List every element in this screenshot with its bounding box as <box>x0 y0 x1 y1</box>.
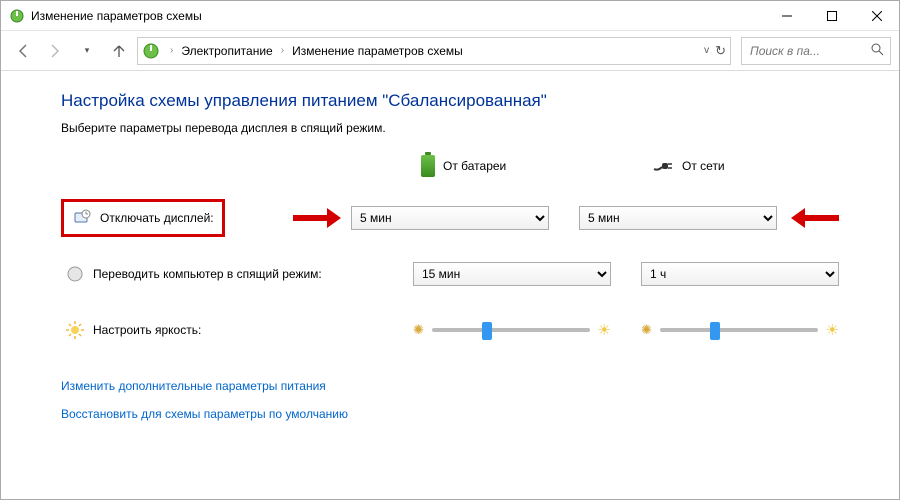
close-button[interactable] <box>854 1 899 31</box>
search-box[interactable] <box>741 37 891 65</box>
chevron-right-icon[interactable]: › <box>277 45 288 56</box>
display-battery-select[interactable]: 5 мин <box>351 206 549 230</box>
breadcrumb-dropdown-icon[interactable]: v <box>704 45 709 56</box>
navigation-bar: ▾ › Электропитание › Изменение параметро… <box>1 31 899 71</box>
maximize-button[interactable] <box>809 1 854 31</box>
row-turn-off-display: Отключать дисплей: 5 мин 5 мин <box>61 195 839 241</box>
sleep-battery-select[interactable]: 15 мин <box>413 262 611 286</box>
search-input[interactable] <box>748 43 871 59</box>
brightness-plugged-slider[interactable]: ✺ ☀ <box>641 321 839 339</box>
sun-bright-icon: ☀ <box>598 321 611 339</box>
sleep-icon <box>65 264 85 284</box>
page-subheading: Выберите параметры перевода дисплея в сп… <box>61 121 839 135</box>
battery-icon <box>421 155 435 177</box>
recent-locations-button[interactable]: ▾ <box>73 37 101 65</box>
column-plugged-label: От сети <box>682 159 725 173</box>
sun-dim-icon: ✺ <box>641 322 652 338</box>
brightness-icon <box>65 320 85 340</box>
minimize-button[interactable] <box>764 1 809 31</box>
highlight-box: Отключать дисплей: <box>61 199 225 237</box>
row-sleep: Переводить компьютер в спящий режим: 15 … <box>61 251 839 297</box>
column-battery: От батареи <box>421 155 608 177</box>
annotation-arrow-left <box>803 211 839 225</box>
breadcrumb-item-power[interactable]: Электропитание <box>179 44 274 58</box>
breadcrumb-item-edit-plan[interactable]: Изменение параметров схемы <box>290 44 465 58</box>
breadcrumb[interactable]: › Электропитание › Изменение параметров … <box>137 37 731 65</box>
annotation-arrow-right <box>293 211 329 225</box>
row-display-label: Отключать дисплей: <box>100 211 214 225</box>
plug-icon <box>652 159 674 173</box>
sun-bright-icon: ☀ <box>826 321 839 339</box>
link-advanced-settings[interactable]: Изменить дополнительные параметры питани… <box>61 379 839 393</box>
column-battery-label: От батареи <box>443 159 506 173</box>
back-button[interactable] <box>9 37 37 65</box>
page-heading: Настройка схемы управления питанием "Сба… <box>61 91 839 111</box>
chevron-right-icon[interactable]: › <box>166 45 177 56</box>
row-sleep-label: Переводить компьютер в спящий режим: <box>93 267 322 281</box>
power-options-icon <box>142 42 160 60</box>
sleep-plugged-select[interactable]: 1 ч <box>641 262 839 286</box>
window-title: Изменение параметров схемы <box>31 9 202 23</box>
up-button[interactable] <box>105 37 133 65</box>
power-options-icon <box>9 8 25 24</box>
search-icon[interactable] <box>871 43 884 59</box>
forward-button[interactable] <box>41 37 69 65</box>
title-bar: Изменение параметров схемы <box>1 1 899 31</box>
refresh-icon[interactable]: ↻ <box>715 43 726 59</box>
content-area: Настройка схемы управления питанием "Сба… <box>1 71 899 431</box>
columns-header: От батареи От сети <box>361 155 839 177</box>
row-brightness: Настроить яркость: ✺ ☀ ✺ ☀ <box>61 307 839 353</box>
link-restore-defaults[interactable]: Восстановить для схемы параметры по умол… <box>61 407 839 421</box>
brightness-battery-slider[interactable]: ✺ ☀ <box>413 321 611 339</box>
column-plugged: От сети <box>652 155 839 177</box>
display-plugged-select[interactable]: 5 мин <box>579 206 777 230</box>
row-brightness-label: Настроить яркость: <box>93 323 201 337</box>
sun-dim-icon: ✺ <box>413 322 424 338</box>
display-timer-icon <box>72 208 92 228</box>
